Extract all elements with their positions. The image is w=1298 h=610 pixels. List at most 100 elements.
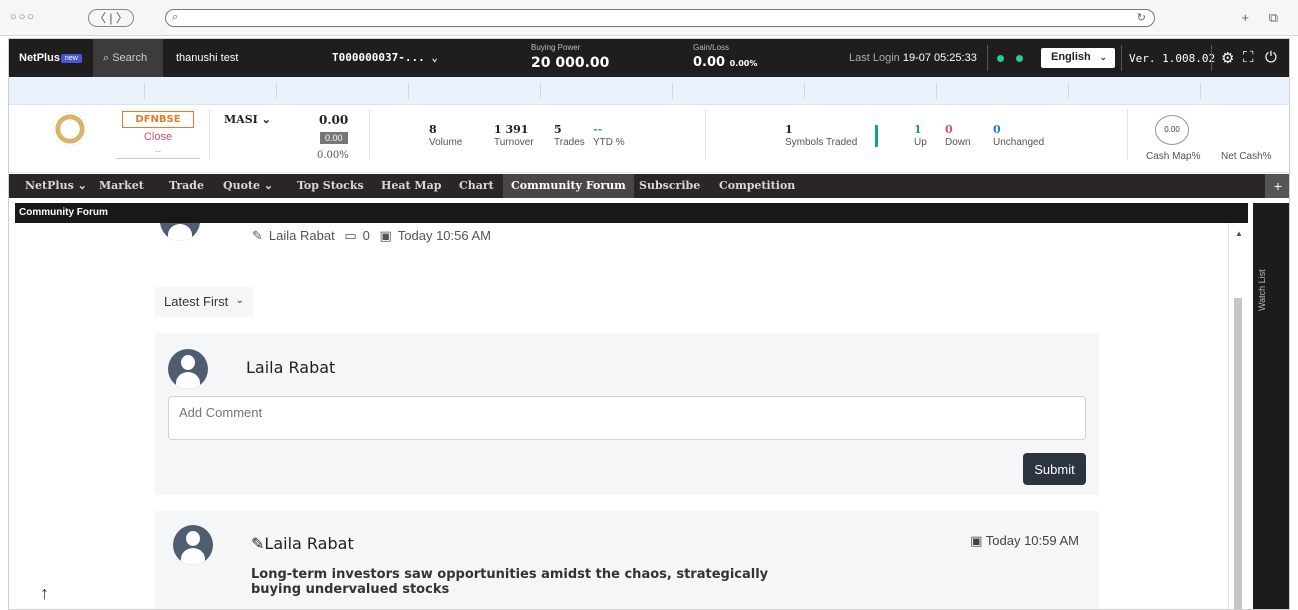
market-summary: DFNBSE Close -- MASI ⌄ 0.00 0.00 0.00% 8… xyxy=(9,105,1289,173)
ticker-divider xyxy=(276,83,277,99)
gain-loss-amount: 0.00 xyxy=(693,55,726,70)
chevron-down-icon: ⌄ xyxy=(261,113,271,126)
turnover-label: Turnover xyxy=(494,137,534,148)
post-item: ✎Laila Rabat ▣ Today 10:59 AM Long-term … xyxy=(155,511,1099,609)
buying-power-label: Buying Power xyxy=(531,43,581,52)
add-tab-button[interactable]: + xyxy=(1265,174,1289,198)
sort-select[interactable]: Latest First ⌄ xyxy=(155,287,253,317)
cash-map-label: Cash Map% xyxy=(1146,151,1201,162)
menu-competition[interactable]: Competition xyxy=(711,174,803,198)
cash-map-gauge: 0.00 xyxy=(1155,115,1189,145)
user-name[interactable]: thanushi test xyxy=(176,52,238,64)
post-time: Today 10:59 AM xyxy=(985,533,1079,548)
index-name: MASI xyxy=(224,113,258,126)
menu-heat-map[interactable]: Heat Map xyxy=(373,174,449,198)
calendar-icon: ▣ xyxy=(379,228,392,243)
settings-icon[interactable]: ⚙ xyxy=(1221,49,1234,67)
scroll-up-icon[interactable]: ▲ xyxy=(1235,229,1243,238)
net-cash-label: Net Cash% xyxy=(1221,151,1272,162)
browser-toolbar: ○○○ 〈 | 〉 ⌕ ↻ + ⧉ xyxy=(0,0,1298,36)
reload-icon[interactable]: ↻ xyxy=(1137,11,1146,24)
search-input[interactable]: ⌕ Search xyxy=(93,39,163,77)
gain-loss-value: 0.00 0.00% xyxy=(693,55,757,70)
watch-list-panel[interactable]: Watch List xyxy=(1253,203,1289,609)
chevron-down-icon: ⌄ xyxy=(263,179,274,192)
index-change: 0.00 xyxy=(320,132,348,144)
ytd-stat: -- YTD % xyxy=(593,123,625,148)
menu-netplus[interactable]: NetPlus ⌄ xyxy=(17,174,95,198)
menu-chart[interactable]: Chart xyxy=(451,174,502,198)
index-value: 0.00 xyxy=(319,113,349,127)
comment-input[interactable] xyxy=(168,396,1086,440)
last-login-label: Last Login xyxy=(849,52,900,64)
window-controls[interactable]: ○○○ xyxy=(10,11,36,23)
up-label: Up xyxy=(914,137,927,148)
back-forward-buttons[interactable]: 〈 | 〉 xyxy=(88,9,134,27)
fullscreen-icon[interactable]: ⛶ xyxy=(1243,49,1254,66)
ticker-divider xyxy=(540,83,541,99)
menu-quote[interactable]: Quote ⌄ xyxy=(215,174,281,198)
new-tab-icon[interactable]: + ⧉ xyxy=(1242,10,1287,26)
chevron-down-icon: ⌄ xyxy=(431,51,438,64)
divider xyxy=(209,109,210,159)
exchange-logo xyxy=(53,112,87,146)
scroll-thumb[interactable] xyxy=(1234,298,1242,609)
gain-loss-label: Gain/Loss xyxy=(693,43,730,52)
address-bar[interactable]: ⌕ ↻ xyxy=(165,9,1155,27)
market-status-sub: -- xyxy=(116,146,200,159)
post-text: Long-term investors saw opportunities am… xyxy=(251,567,769,597)
last-login: Last Login 19-07 05:25:33 xyxy=(849,52,977,64)
language-select[interactable]: English ⌄ xyxy=(1041,48,1115,68)
gain-loss-percent: 0.00% xyxy=(729,59,758,68)
exchange-panel: DFNBSE Close -- xyxy=(116,111,209,161)
unchanged-value: 0 xyxy=(993,123,1001,136)
menu-quote-label: Quote xyxy=(223,179,260,192)
symbols-traded-value: 1 xyxy=(785,123,793,136)
app-logo[interactable]: NetPlus xyxy=(19,52,60,64)
power-icon[interactable]: ⏻ xyxy=(1265,49,1277,66)
new-badge: new xyxy=(61,54,82,63)
ticker-divider xyxy=(408,83,409,99)
forum-panel-title: Community Forum xyxy=(15,203,1248,223)
scrollbar[interactable]: ▲ xyxy=(1228,223,1248,609)
divider xyxy=(369,109,370,159)
divider xyxy=(1127,109,1128,159)
menu-market[interactable]: Market xyxy=(91,174,152,198)
post-author[interactable]: Laila Rabat xyxy=(269,228,335,243)
index-percent: 0.00% xyxy=(317,150,349,161)
ytd-label: YTD % xyxy=(593,137,625,148)
ticker-divider xyxy=(804,83,805,99)
search-icon: ⌕ xyxy=(172,11,179,23)
menu-top-stocks[interactable]: Top Stocks xyxy=(289,174,372,198)
menu-trade[interactable]: Trade xyxy=(161,174,212,198)
forum-content: ✎ Laila Rabat ▭ 0 ▣ Today 10:56 AM Latest F… xyxy=(15,223,1228,609)
post-time-row: ▣ Today 10:59 AM xyxy=(970,533,1079,549)
connection-status-icon xyxy=(997,55,1004,62)
breadth-bar xyxy=(875,125,878,147)
divider xyxy=(987,45,988,71)
calendar-icon: ▣ xyxy=(970,533,986,548)
post-author-row: ✎Laila Rabat xyxy=(251,534,354,553)
composer-user-name: Laila Rabat xyxy=(246,358,336,377)
app-window: NetPlus new ⌕ Search thanushi test T0000… xyxy=(8,38,1290,610)
menu-community-forum[interactable]: Community Forum xyxy=(503,174,634,198)
down-stat: 0 Down xyxy=(945,123,971,148)
exchange-button[interactable]: DFNBSE xyxy=(122,111,194,128)
comment-icon: ▭ xyxy=(344,228,357,243)
market-status: Close xyxy=(143,131,173,143)
ticker-divider xyxy=(1068,83,1069,99)
divider xyxy=(1211,45,1212,71)
trades-value: 5 xyxy=(554,123,562,136)
menu-subscribe[interactable]: Subscribe xyxy=(631,174,708,198)
chevron-down-icon: ⌄ xyxy=(235,295,244,306)
ticker-divider xyxy=(672,83,673,99)
post-author[interactable]: Laila Rabat xyxy=(264,534,353,553)
index-selector[interactable]: MASI ⌄ xyxy=(224,113,271,126)
main-menu: NetPlus ⌄ Market Trade Quote ⌄ Top Stock… xyxy=(9,174,1289,198)
account-selector[interactable]: T000000037-... ⌄ xyxy=(332,51,438,64)
unchanged-label: Unchanged xyxy=(993,137,1045,148)
back-to-top-icon[interactable]: ↑ xyxy=(40,583,49,604)
post-meta: ✎ Laila Rabat ▭ 0 ▣ Today 10:56 AM xyxy=(252,228,497,244)
trades-stat: 5 Trades xyxy=(554,123,585,148)
submit-button[interactable]: Submit xyxy=(1023,453,1086,485)
